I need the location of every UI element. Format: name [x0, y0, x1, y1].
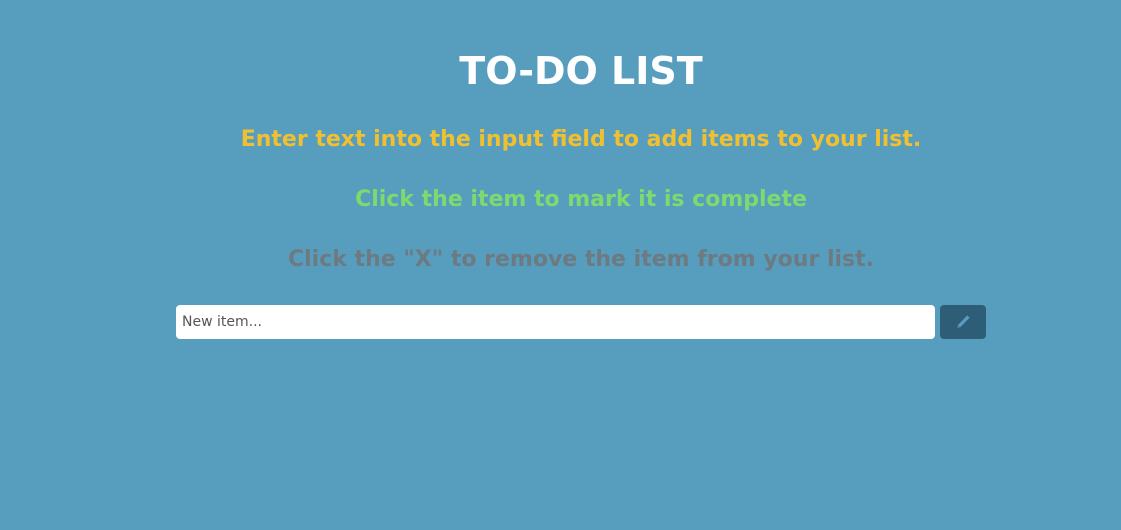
new-item-input[interactable] [176, 305, 935, 339]
instruction-add-items: Enter text into the input field to add i… [240, 127, 922, 152]
add-item-button[interactable] [940, 305, 986, 339]
instruction-mark-complete: Click the item to mark it is complete [355, 187, 807, 212]
page-title: TO-DO LIST [459, 49, 703, 93]
new-item-form [176, 305, 986, 339]
pencil-icon [954, 313, 972, 331]
instruction-remove-item: Click the "X" to remove the item from yo… [288, 247, 874, 272]
